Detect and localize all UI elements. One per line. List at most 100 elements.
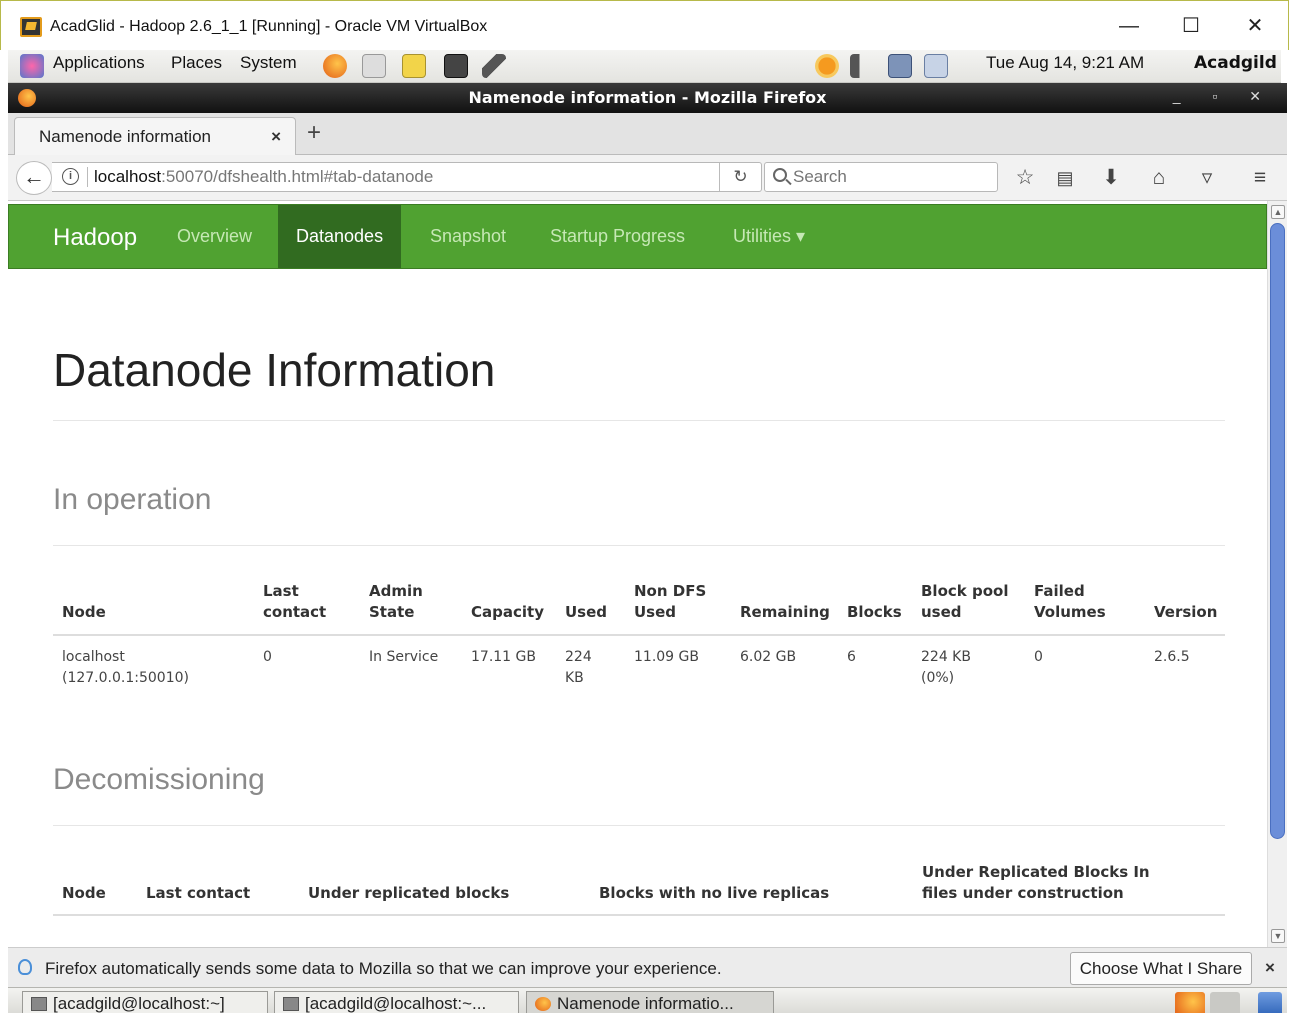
system-menu[interactable]: System — [240, 53, 297, 73]
trash-icon[interactable] — [1258, 992, 1282, 1013]
navigation-toolbar: ← i localhost:50070/dfshealth.html#tab-d… — [8, 155, 1287, 201]
search-box[interactable] — [764, 162, 998, 192]
cell-failed-volumes: 0 — [1034, 649, 1043, 665]
divider — [53, 825, 1225, 826]
column-header[interactable]: Block pool used — [921, 581, 1021, 623]
close-button[interactable]: ✕ — [1235, 11, 1275, 41]
cell-capacity: 17.11 GB — [471, 649, 536, 665]
firefox-icon — [535, 997, 551, 1011]
taskbar-item-terminal-1[interactable]: [acadgild@localhost:~] — [22, 991, 268, 1013]
virtualbox-window-title: AcadGlid - Hadoop 2.6_1_1 [Running] - Or… — [50, 18, 488, 35]
nav-snapshot[interactable]: Snapshot — [412, 205, 524, 268]
column-header[interactable]: Non DFS Used — [634, 581, 714, 623]
nav-overview[interactable]: Overview — [159, 205, 270, 268]
column-header[interactable]: Remaining — [740, 602, 830, 623]
firefox-window-controls[interactable]: _ ▫ ✕ — [1173, 88, 1275, 105]
maximize-button[interactable]: ☐ — [1171, 11, 1211, 41]
pocket-icon[interactable]: ▿ — [1191, 163, 1223, 193]
new-tab-button[interactable]: + — [302, 119, 326, 147]
hadoop-brand[interactable]: Hadoop — [53, 224, 137, 252]
column-header[interactable]: Version — [1154, 602, 1217, 623]
notes-launcher-icon[interactable] — [402, 54, 426, 78]
data-collection-notification: Firefox automatically sends some data to… — [8, 947, 1287, 987]
terminal-icon — [283, 997, 299, 1011]
places-menu[interactable]: Places — [171, 53, 222, 73]
column-header[interactable]: Under Replicated Blocks In files under c… — [922, 862, 1152, 904]
nav-utilities-dropdown[interactable]: Utilities ▾ — [715, 205, 823, 268]
workspace-switcher[interactable] — [1210, 992, 1240, 1013]
screenshot-launcher-icon[interactable] — [482, 54, 506, 78]
bookmarks-library-icon[interactable]: ▤ — [1049, 163, 1081, 193]
gnome-top-panel: Applications Places System Tue Aug 14, 9… — [8, 50, 1281, 83]
decommissioning-heading: Decomissioning — [53, 763, 265, 796]
reload-icon[interactable]: ↻ — [719, 163, 761, 191]
tab-namenode-information[interactable]: Namenode information × — [14, 117, 296, 155]
firefox-launcher-icon[interactable] — [323, 54, 347, 78]
bookmark-star-icon[interactable]: ☆ — [1009, 163, 1041, 193]
cell-admin-state: In Service — [369, 649, 439, 665]
hadoop-navbar: Hadoop Overview Datanodes Snapshot Start… — [8, 204, 1267, 269]
column-header[interactable]: Last contact — [146, 883, 250, 904]
cell-block-pool-used: 224 KB (0%) — [921, 649, 971, 686]
column-header[interactable]: Node — [62, 883, 106, 904]
task-label: [acadgild@localhost:~... — [305, 994, 487, 1013]
column-header[interactable]: Blocks — [847, 602, 902, 623]
choose-what-i-share-button[interactable]: Choose What I Share — [1070, 952, 1252, 985]
scroll-up-icon[interactable]: ▲ — [1271, 205, 1285, 219]
vertical-scrollbar[interactable]: ▲ ▼ — [1267, 201, 1287, 947]
column-header[interactable]: Under replicated blocks — [308, 883, 509, 904]
in-operation-heading: In operation — [53, 483, 212, 516]
url-host: localhost — [94, 167, 162, 186]
column-header[interactable]: Failed Volumes — [1034, 581, 1114, 623]
virtualbox-title-bar: AcadGlid - Hadoop 2.6_1_1 [Running] - Or… — [0, 0, 1289, 50]
column-header[interactable]: Node — [62, 602, 106, 623]
firefox-title-bar: Namenode information - Mozilla Firefox _… — [8, 83, 1287, 113]
notification-close-icon[interactable]: × — [1265, 958, 1275, 978]
applications-menu[interactable]: Applications — [53, 53, 145, 73]
network-icon[interactable] — [888, 54, 912, 78]
user-menu[interactable]: Acadgild — [1194, 53, 1277, 73]
column-header[interactable]: Last contact — [263, 581, 343, 623]
clock[interactable]: Tue Aug 14, 9:21 AM — [986, 53, 1144, 73]
taskbar-item-terminal-2[interactable]: [acadgild@localhost:~... — [274, 991, 519, 1013]
scroll-down-icon[interactable]: ▼ — [1271, 929, 1285, 943]
info-icon[interactable]: i — [62, 168, 79, 185]
volume-icon[interactable] — [850, 54, 874, 78]
scroll-thumb[interactable] — [1270, 223, 1285, 839]
search-icon — [773, 168, 787, 182]
task-label: Namenode informatio... — [557, 994, 734, 1013]
search-input[interactable] — [793, 167, 988, 187]
column-header[interactable]: Capacity — [471, 602, 544, 623]
gnome-bottom-panel: [acadgild@localhost:~] [acadgild@localho… — [8, 987, 1287, 1013]
column-header[interactable]: Admin State — [369, 581, 439, 623]
home-icon[interactable]: ⌂ — [1143, 163, 1175, 193]
minimize-button[interactable]: — — [1109, 11, 1149, 41]
column-header[interactable]: Used — [565, 602, 607, 623]
cell-version: 2.6.5 — [1154, 649, 1190, 665]
url-path: :50070/dfshealth.html#tab-datanode — [161, 167, 434, 186]
column-header[interactable]: Blocks with no live replicas — [599, 883, 829, 904]
mail-launcher-icon[interactable] — [362, 54, 386, 78]
firefox-tray-icon[interactable] — [1175, 992, 1205, 1013]
cell-remaining: 6.02 GB — [740, 649, 797, 665]
notification-text: Firefox automatically sends some data to… — [45, 959, 722, 978]
cell-blocks: 6 — [847, 649, 856, 665]
nav-startup-progress[interactable]: Startup Progress — [532, 205, 703, 268]
menu-hamburger-icon[interactable]: ≡ — [1244, 163, 1276, 193]
cell-non-dfs-used: 11.09 GB — [634, 649, 699, 665]
nav-datanodes[interactable]: Datanodes — [278, 205, 402, 268]
url-text[interactable]: localhost:50070/dfshealth.html#tab-datan… — [94, 167, 433, 187]
back-button[interactable]: ← — [16, 161, 52, 195]
terminal-launcher-icon[interactable] — [444, 54, 468, 78]
firefox-window-title: Namenode information - Mozilla Firefox — [468, 88, 827, 107]
clipboard-icon[interactable] — [924, 54, 948, 78]
cell-used: 224 KB — [565, 649, 592, 686]
table-header-rule — [53, 634, 1225, 636]
tab-close-icon[interactable]: × — [271, 127, 281, 147]
page-content: Hadoop Overview Datanodes Snapshot Start… — [8, 201, 1267, 947]
taskbar-item-firefox[interactable]: Namenode informatio... — [526, 991, 774, 1013]
url-bar[interactable]: i localhost:50070/dfshealth.html#tab-dat… — [52, 162, 762, 192]
tab-label: Namenode information — [39, 127, 211, 146]
downloads-icon[interactable]: ⬇ — [1095, 163, 1127, 193]
update-notifier-icon[interactable] — [815, 54, 839, 78]
